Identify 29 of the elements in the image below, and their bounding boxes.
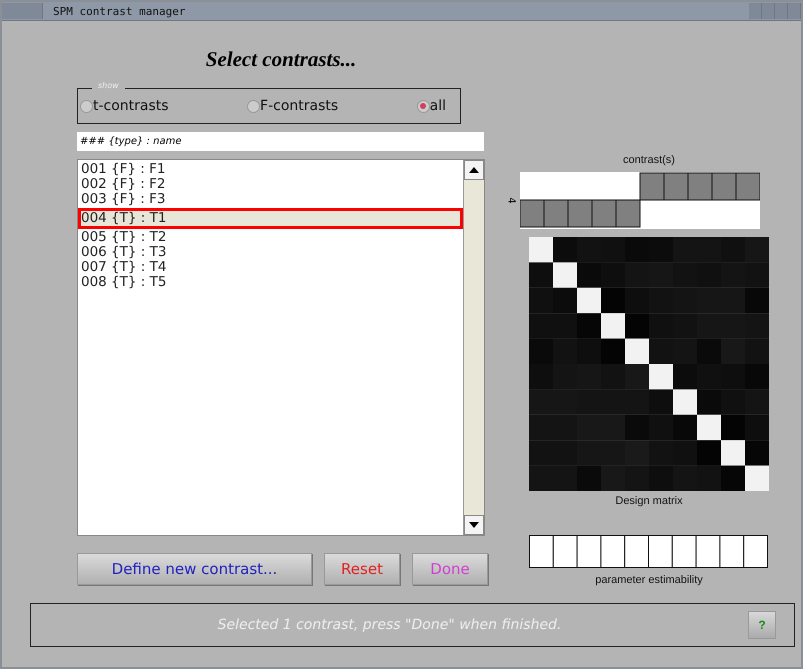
group-legend: show bbox=[92, 81, 125, 90]
estimability-label: parameter estimability bbox=[595, 574, 703, 586]
axis-label: 4 bbox=[506, 197, 516, 204]
action-button[interactable]: Define new contrast... bbox=[77, 553, 312, 585]
contrast-item[interactable]: 003 {F} : F3 bbox=[78, 192, 463, 207]
contrast-item[interactable]: 002 {F} : F2 bbox=[78, 177, 463, 192]
window-menu-button[interactable] bbox=[2, 3, 43, 19]
down-arrow-icon[interactable] bbox=[469, 522, 479, 528]
contrast-item[interactable]: 005 {T} : T2 bbox=[78, 230, 463, 245]
up-arrow-icon[interactable] bbox=[469, 167, 479, 173]
contrast-item[interactable]: 004 {T} : T1 bbox=[78, 208, 463, 229]
radio-option[interactable]: all bbox=[416, 98, 446, 114]
radio-option[interactable]: F-contrasts bbox=[247, 98, 338, 114]
radio-option[interactable]: t-contrasts bbox=[80, 98, 169, 114]
matrix-label: Design matrix bbox=[615, 495, 683, 507]
contrast-item[interactable]: 007 {T} : T4 bbox=[78, 260, 463, 275]
status-message: Selected 1 contrast, press "Done" when finished. bbox=[216, 617, 562, 633]
panel-title: contrast(s) bbox=[623, 154, 675, 166]
window-title: SPM contrast manager bbox=[52, 4, 186, 18]
scrollbar[interactable] bbox=[463, 160, 484, 535]
list-header: ### {type} : name bbox=[77, 132, 484, 151]
dialog-heading: Select contrasts... bbox=[204, 47, 358, 72]
title-bar-button[interactable] bbox=[762, 3, 775, 19]
title-bar-button[interactable] bbox=[788, 3, 801, 19]
contrast-item[interactable]: 001 {F} : F1 bbox=[78, 162, 463, 177]
contrast-item[interactable]: 006 {T} : T3 bbox=[78, 245, 463, 260]
contrast-item[interactable]: 008 {T} : T5 bbox=[78, 275, 463, 290]
title-bar-button[interactable] bbox=[775, 3, 788, 19]
title-bar-button[interactable] bbox=[749, 3, 762, 19]
